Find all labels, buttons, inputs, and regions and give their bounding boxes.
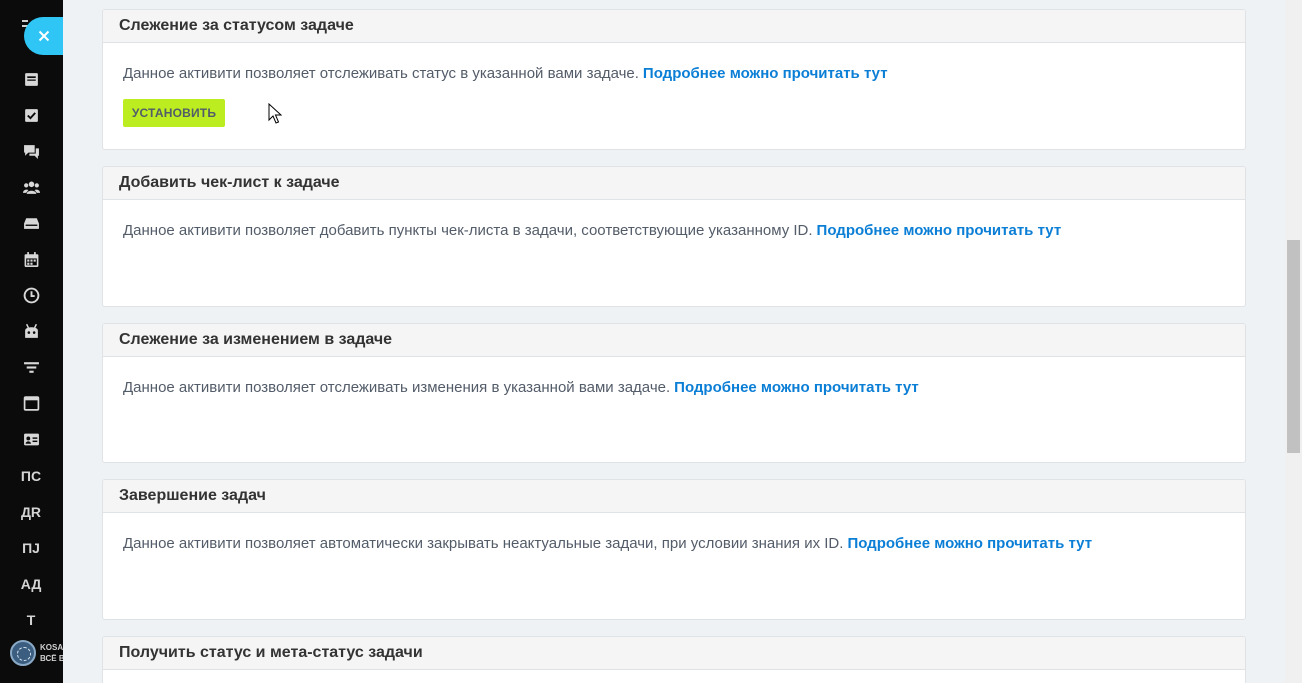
sidebar-item-dr[interactable]: ДR xyxy=(10,501,52,523)
drive-icon[interactable] xyxy=(18,210,44,236)
card-body: Данное активити позволяет автоматически … xyxy=(103,513,1245,552)
activity-card-task-completion: Завершение задач Данное активити позволя… xyxy=(102,479,1246,620)
filter-icon[interactable] xyxy=(18,354,44,380)
calendar-icon[interactable] xyxy=(18,246,44,272)
company-logo-text: KOSA ВСЁ В xyxy=(40,643,63,663)
card-title: Завершение задач xyxy=(103,480,1245,513)
groups-icon[interactable] xyxy=(18,174,44,200)
mouse-cursor-icon xyxy=(268,103,282,124)
activity-card-get-status: Получить статус и мета-статус задачи xyxy=(102,636,1246,683)
read-more-link[interactable]: Подробнее можно прочитать тут xyxy=(847,535,1092,552)
time-icon[interactable] xyxy=(18,282,44,308)
install-button[interactable]: УСТАНОВИТЬ xyxy=(123,99,225,127)
activity-card-checklist: Добавить чек-лист к задаче Данное активи… xyxy=(102,166,1246,307)
card-title: Получить статус и мета-статус задачи xyxy=(103,637,1245,670)
scrollbar-thumb[interactable] xyxy=(1287,240,1300,453)
sidebar-item-ad[interactable]: АД xyxy=(10,573,52,595)
main-content: Слежение за статусом задаче Данное актив… xyxy=(63,0,1285,683)
company-logo[interactable] xyxy=(10,640,36,666)
left-sidebar: ПС ДR ПJ АД Т KOSA ВСЁ В xyxy=(0,0,63,683)
read-more-link[interactable]: Подробнее можно прочитать тут xyxy=(674,379,919,396)
close-icon xyxy=(38,30,49,42)
news-icon[interactable] xyxy=(18,66,44,92)
sidebar-item-pj[interactable]: ПJ xyxy=(10,537,52,559)
card-title: Слежение за изменением в задаче xyxy=(103,324,1245,357)
vertical-scrollbar[interactable] xyxy=(1285,0,1302,683)
card-description: Данное активити позволяет автоматически … xyxy=(123,535,844,552)
tasks-icon[interactable] xyxy=(18,102,44,128)
read-more-link[interactable]: Подробнее можно прочитать тут xyxy=(817,222,1062,239)
card-description: Данное активити позволяет отслеживать ст… xyxy=(123,65,639,82)
contacts-icon[interactable] xyxy=(18,426,44,452)
chat-icon[interactable] xyxy=(18,138,44,164)
sidebar-item-t[interactable]: Т xyxy=(10,609,52,631)
read-more-link[interactable]: Подробнее можно прочитать тут xyxy=(643,65,888,82)
card-body: Данное активити позволяет отслеживать из… xyxy=(103,357,1245,396)
bot-icon[interactable] xyxy=(18,318,44,344)
card-description: Данное активити позволяет добавить пункт… xyxy=(123,222,813,239)
activity-card-change-tracking: Слежение за изменением в задаче Данное а… xyxy=(102,323,1246,463)
activity-card-status-tracking: Слежение за статусом задаче Данное актив… xyxy=(102,9,1246,150)
sites-icon[interactable] xyxy=(18,390,44,416)
card-description: Данное активити позволяет отслеживать из… xyxy=(123,379,671,396)
sidebar-item-ps[interactable]: ПС xyxy=(10,465,52,487)
close-slider-button[interactable] xyxy=(24,17,63,55)
card-body: Данное активити позволяет добавить пункт… xyxy=(103,200,1245,239)
card-title: Добавить чек-лист к задаче xyxy=(103,167,1245,200)
card-title: Слежение за статусом задаче xyxy=(103,10,1245,43)
